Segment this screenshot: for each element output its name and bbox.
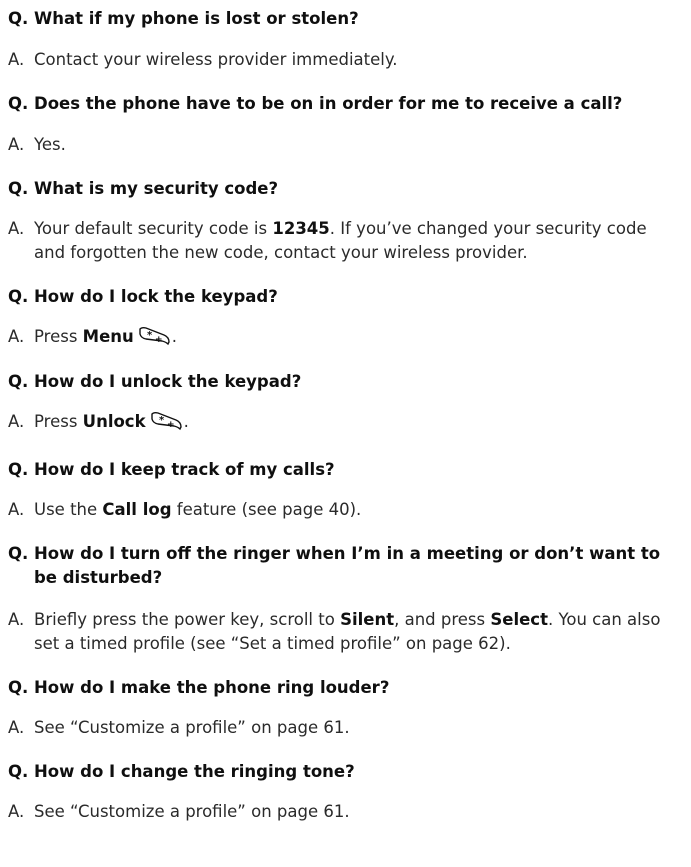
answer-marker: A.	[8, 50, 25, 69]
faq-answer: A. Press Menu * +.	[8, 325, 678, 349]
answer-text: Yes.	[34, 133, 678, 157]
question-marker: Q.	[8, 762, 29, 781]
menu-key-label: Menu	[82, 327, 134, 346]
faq-answer: A. Use the Call log feature (see page 40…	[8, 498, 678, 522]
question-marker: Q.	[8, 460, 29, 479]
question-text: How do I change the ringing tone?	[34, 762, 355, 781]
answer-text: Press Unlock * +.	[34, 410, 678, 434]
answer-text-part: Briefly press the power key, scroll to	[34, 610, 341, 629]
answer-marker: A.	[8, 327, 25, 346]
answer-marker: A.	[8, 610, 25, 629]
question-marker: Q.	[8, 287, 29, 306]
faq-answer: A. See “Customize a profile” on page 61.	[8, 800, 678, 824]
answer-text-part: .	[171, 327, 178, 346]
question-marker: Q.	[8, 179, 29, 198]
select-label: Select	[490, 610, 548, 629]
faq-question: Q. How do I turn off the ringer when I’m…	[8, 542, 678, 590]
answer-text-part: Press	[34, 412, 83, 431]
answer-text-part: Contact your wireless provider immediate…	[34, 50, 398, 69]
answer-text: Press Menu * +.	[34, 325, 678, 349]
faq-answer: A. Press Unlock * +.	[8, 410, 678, 434]
answer-text-part: Use the	[34, 500, 103, 519]
faq-question: Q. How do I keep track of my calls?	[8, 458, 678, 482]
faq-answer: A. See “Customize a profile” on page 61.	[8, 716, 678, 740]
answer-text-part: See “Customize a profile” on page 61.	[34, 802, 350, 821]
answer-text: Briefly press the power key, scroll to S…	[34, 608, 678, 656]
faq-answer: A. Contact your wireless provider immedi…	[8, 48, 678, 72]
answer-text-part: , and press	[394, 610, 491, 629]
faq-question: Q. How do I make the phone ring louder?	[8, 676, 678, 700]
answer-text-part: See “Customize a profile” on page 61.	[34, 718, 350, 737]
answer-marker: A.	[8, 802, 25, 821]
svg-text:+: +	[167, 420, 175, 430]
answer-marker: A.	[8, 219, 25, 238]
faq-question: Q. Does the phone have to be on in order…	[8, 92, 678, 116]
question-text: What is my security code?	[34, 179, 279, 198]
faq-question: Q. What is my security code?	[8, 177, 678, 201]
answer-marker: A.	[8, 135, 25, 154]
answer-text-part: Press	[34, 327, 83, 346]
question-text: How do I lock the keypad?	[34, 287, 278, 306]
answer-text: See “Customize a profile” on page 61.	[34, 716, 678, 740]
question-marker: Q.	[8, 372, 29, 391]
question-marker: Q.	[8, 678, 29, 697]
star-key-icon: * +	[150, 411, 184, 431]
answer-marker: A.	[8, 412, 25, 431]
question-marker: Q.	[8, 94, 29, 113]
faq-answer: A. Yes.	[8, 133, 678, 157]
svg-text:*: *	[147, 330, 153, 341]
answer-marker: A.	[8, 718, 25, 737]
call-log-label: Call log	[102, 500, 172, 519]
answer-text: See “Customize a profile” on page 61.	[34, 800, 678, 824]
answer-text: Your default security code is 12345. If …	[34, 217, 678, 265]
silent-label: Silent	[340, 610, 395, 629]
question-text: What if my phone is lost or stolen?	[34, 9, 359, 28]
answer-text-part: .	[183, 412, 189, 431]
security-code-value: 12345	[272, 219, 330, 238]
star-key-icon: * +	[138, 326, 172, 346]
question-marker: Q.	[8, 544, 29, 563]
question-marker: Q.	[8, 9, 29, 28]
faq-question: Q. How do I change the ringing tone?	[8, 760, 678, 784]
answer-marker: A.	[8, 500, 25, 519]
faq-question: Q. How do I unlock the keypad?	[8, 370, 678, 394]
question-text: How do I unlock the keypad?	[34, 372, 302, 391]
faq-answer: A. Briefly press the power key, scroll t…	[8, 608, 678, 656]
faq-answer: A. Your default security code is 12345. …	[8, 217, 678, 265]
answer-text: Use the Call log feature (see page 40).	[34, 498, 678, 522]
question-text: How do I keep track of my calls?	[34, 460, 335, 479]
svg-text:+: +	[155, 335, 163, 345]
unlock-key-label: Unlock	[82, 412, 146, 431]
answer-text-part: Yes.	[34, 135, 66, 154]
question-text: How do I turn off the ringer when I’m in…	[34, 544, 661, 587]
question-text: How do I make the phone ring louder?	[34, 678, 390, 697]
answer-text-part: Your default security code is	[34, 219, 273, 238]
manual-page: Q. What if my phone is lost or stolen? A…	[0, 0, 691, 867]
answer-text-part: feature (see page 40).	[171, 500, 362, 519]
question-text: Does the phone have to be on in order fo…	[34, 94, 623, 113]
faq-question: Q. What if my phone is lost or stolen?	[8, 7, 678, 31]
svg-text:*: *	[159, 415, 165, 426]
answer-text: Contact your wireless provider immediate…	[34, 48, 678, 72]
faq-question: Q. How do I lock the keypad?	[8, 285, 678, 309]
